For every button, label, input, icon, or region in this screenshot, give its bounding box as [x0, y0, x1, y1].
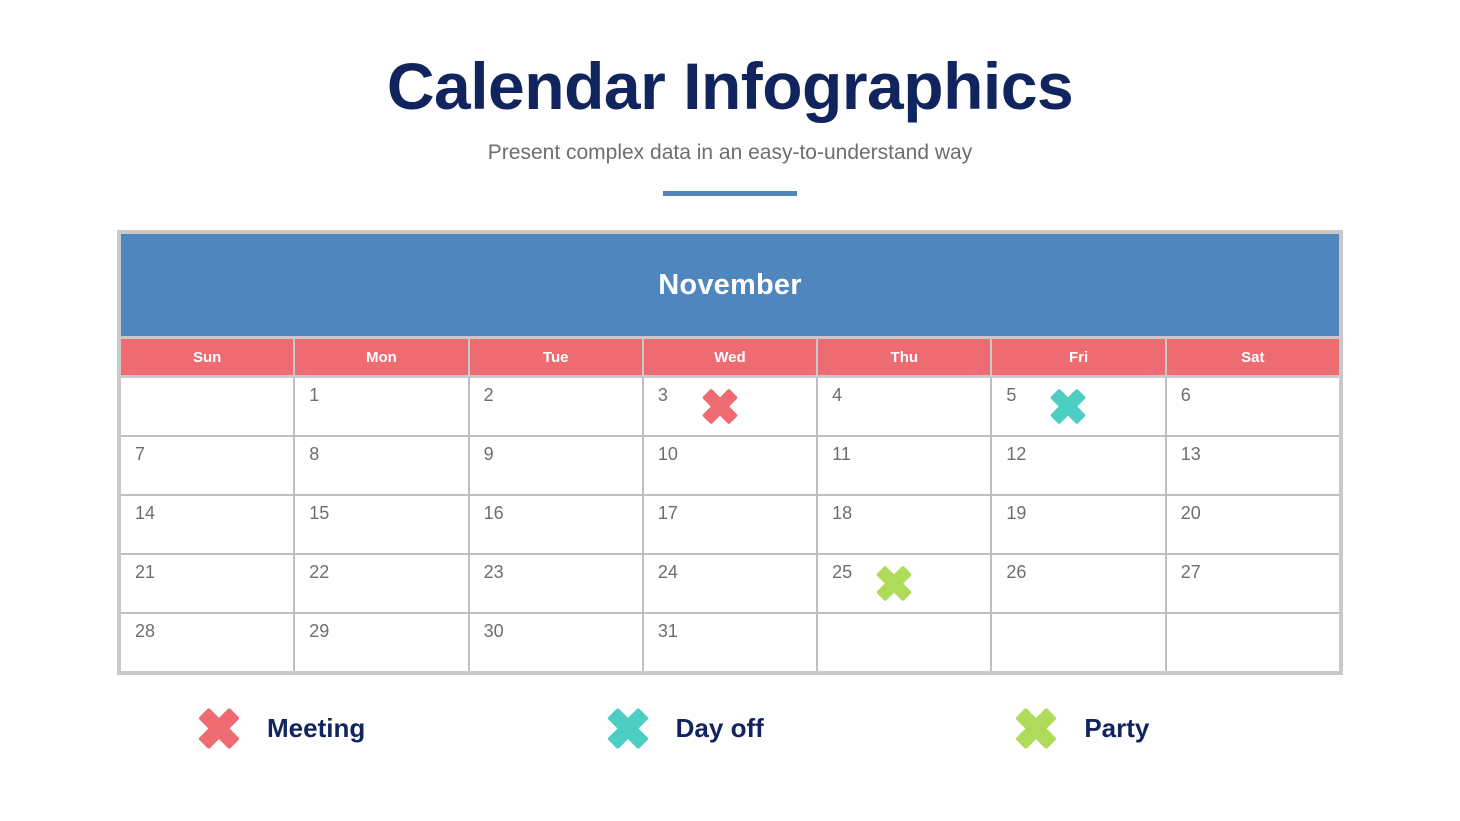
legend-item-day-off[interactable]: Day off [526, 706, 935, 750]
weekday-header-sat: Sat [1166, 339, 1339, 375]
weekday-header-row: Sun Mon Tue Wed Thu Fri Sat [121, 339, 1339, 375]
legend-label: Party [1084, 712, 1150, 743]
weekday-header-thu: Thu [818, 339, 991, 375]
day-number: 15 [309, 503, 330, 523]
weekday-header-mon: Mon [295, 339, 468, 375]
day-number: 27 [1180, 562, 1201, 582]
day-cell-empty[interactable] [1166, 614, 1339, 671]
day-number: 29 [309, 621, 330, 641]
day-number: 28 [135, 621, 156, 641]
day-cell-19[interactable]: 19 [992, 496, 1165, 553]
accent-divider [663, 191, 797, 197]
day-number: 25 [832, 562, 853, 582]
day-cell-3[interactable]: 3 [643, 378, 817, 435]
day-cell-13[interactable]: 13 [1166, 437, 1339, 494]
day-number: 18 [832, 503, 853, 523]
page-title: Calendar Infographics [386, 49, 1074, 123]
day-cell-31[interactable]: 31 [643, 614, 817, 671]
legend: Meeting Day off Party [117, 706, 1343, 750]
day-number: 23 [483, 562, 504, 582]
x-mark-icon [606, 706, 650, 750]
day-cell-22[interactable]: 22 [295, 555, 468, 612]
day-cell-7[interactable]: 7 [121, 437, 294, 494]
day-cell-24[interactable]: 24 [643, 555, 817, 612]
day-number: 3 [657, 385, 668, 405]
day-cell-17[interactable]: 17 [643, 496, 817, 553]
day-number: 2 [483, 385, 494, 405]
day-cell-27[interactable]: 27 [1166, 555, 1339, 612]
day-cell-8[interactable]: 8 [295, 437, 468, 494]
day-cell-5[interactable]: 5 [992, 378, 1165, 435]
calendar: November Sun Mon Tue Wed Thu Fri Sat 123456789… [117, 230, 1343, 675]
day-cell-1[interactable]: 1 [295, 378, 468, 435]
x-mark-icon [1048, 386, 1088, 426]
day-number: 6 [1180, 385, 1191, 405]
day-cell-28[interactable]: 28 [121, 614, 294, 671]
legend-item-party[interactable]: Party [934, 706, 1343, 750]
header: Calendar Infographics Present complex da… [0, 0, 1460, 197]
day-number: 19 [1006, 503, 1027, 523]
month-label: November [658, 268, 802, 301]
day-cell-12[interactable]: 12 [992, 437, 1165, 494]
day-number: 11 [832, 444, 851, 464]
day-number: 5 [1006, 385, 1017, 405]
day-number: 22 [309, 562, 330, 582]
day-cell-empty[interactable] [992, 614, 1165, 671]
day-cell-11[interactable]: 11 [818, 437, 991, 494]
day-number: 7 [135, 444, 146, 464]
calendar-grid: 1 2 3 4 5 6 7 8 9 10 11 12 13 14 15 16 17 18 19 20 21 22 23 24 2… [121, 378, 1339, 671]
day-number: 31 [657, 621, 678, 641]
day-number: 8 [309, 444, 320, 464]
day-number: 16 [483, 503, 504, 523]
day-cell-2[interactable]: 2 [469, 378, 642, 435]
x-mark-icon [197, 706, 241, 750]
page-subtitle: Present complex data in an easy-to-under… [487, 141, 973, 165]
day-cell-29[interactable]: 29 [295, 614, 468, 671]
day-cell-23[interactable]: 23 [469, 555, 642, 612]
day-number: 24 [657, 562, 678, 582]
day-number: 26 [1006, 562, 1027, 582]
day-number: 30 [483, 621, 504, 641]
day-number: 9 [483, 444, 494, 464]
day-number: 14 [135, 503, 156, 523]
day-cell-18[interactable]: 18 [818, 496, 991, 553]
slide: Calendar Infographics Present complex da… [0, 0, 1460, 821]
day-number: 4 [832, 385, 843, 405]
day-cell-15[interactable]: 15 [295, 496, 468, 553]
day-number: 21 [135, 562, 156, 582]
weekday-header-wed: Wed [643, 339, 817, 375]
day-number: 13 [1180, 444, 1201, 464]
month-banner: November [121, 234, 1339, 336]
x-mark-icon [874, 563, 914, 603]
day-cell-empty[interactable] [818, 614, 991, 671]
day-cell-16[interactable]: 16 [469, 496, 642, 553]
legend-label: Meeting [267, 712, 366, 743]
day-cell-9[interactable]: 9 [469, 437, 642, 494]
weekday-header-fri: Fri [992, 339, 1165, 375]
day-cell-empty[interactable] [121, 378, 294, 435]
legend-label: Day off [675, 712, 764, 743]
legend-item-meeting[interactable]: Meeting [117, 706, 526, 750]
day-cell-25[interactable]: 25 [818, 555, 991, 612]
weekday-header-tue: Tue [469, 339, 642, 375]
day-cell-6[interactable]: 6 [1166, 378, 1339, 435]
day-cell-14[interactable]: 14 [121, 496, 294, 553]
day-cell-4[interactable]: 4 [818, 378, 991, 435]
x-mark-icon [1014, 706, 1058, 750]
day-number: 17 [657, 503, 678, 523]
day-number: 12 [1006, 444, 1027, 464]
day-cell-10[interactable]: 10 [643, 437, 817, 494]
day-cell-20[interactable]: 20 [1166, 496, 1339, 553]
day-cell-30[interactable]: 30 [469, 614, 642, 671]
day-cell-26[interactable]: 26 [992, 555, 1165, 612]
day-cell-21[interactable]: 21 [121, 555, 294, 612]
weekday-header-sun: Sun [121, 339, 294, 375]
day-number: 10 [657, 444, 678, 464]
x-mark-icon [700, 386, 740, 426]
day-number: 1 [309, 385, 320, 405]
day-number: 20 [1180, 503, 1201, 523]
